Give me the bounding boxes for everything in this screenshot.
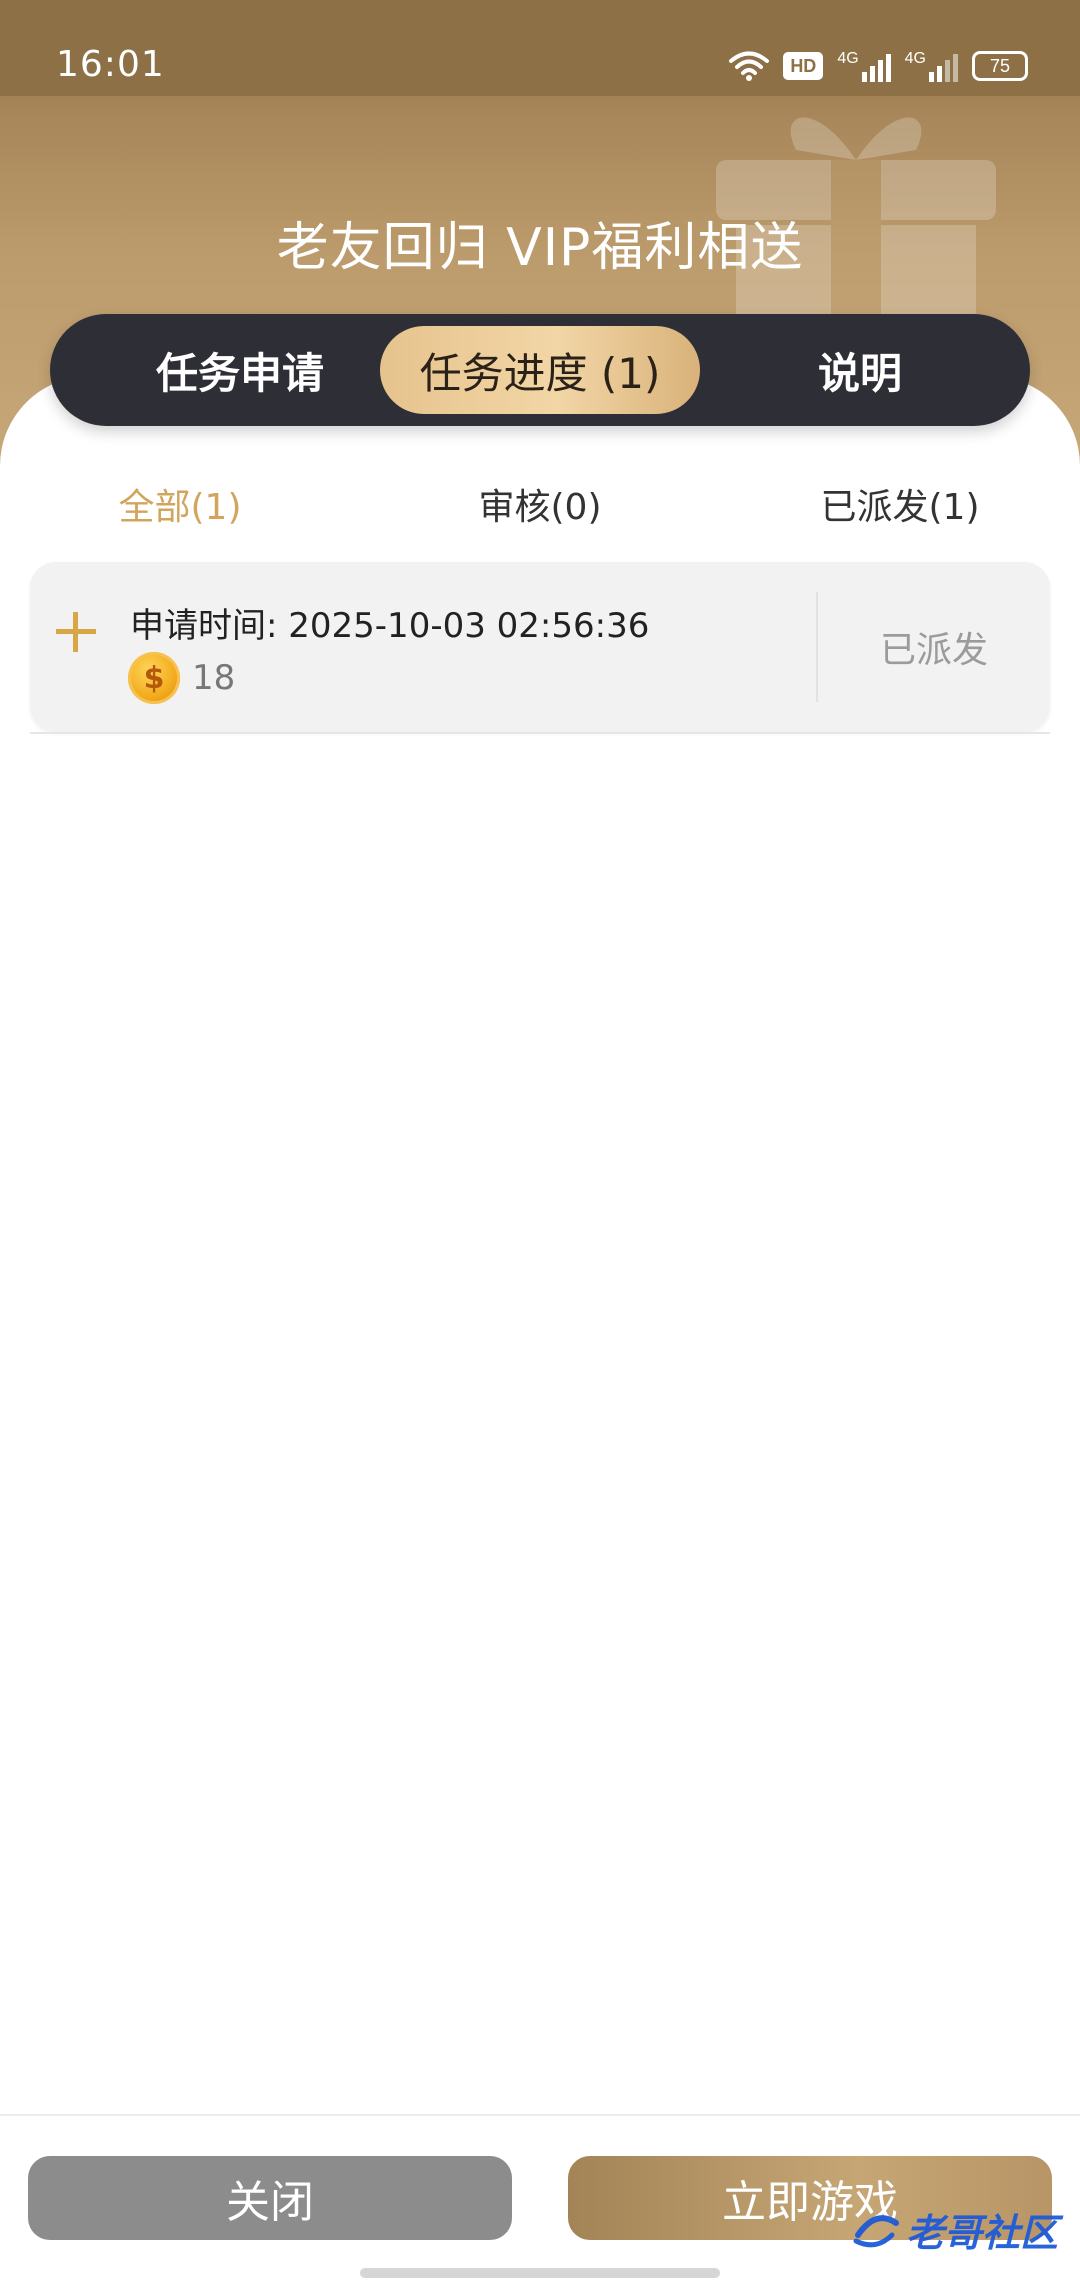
watermark: 老哥社区 [852,2194,1058,2264]
status-badge: 已派发 [879,630,988,671]
filter-dispatched[interactable]: 已派发(1) [780,476,1020,532]
filter-all[interactable]: 全部(1) [60,476,300,532]
expand-plus-icon[interactable] [56,612,96,652]
home-indicator[interactable] [360,2268,720,2278]
filter-review[interactable]: 审核(0) [420,476,660,532]
signal-2-icon: 4G [905,50,958,82]
coin-icon: $ [128,652,180,704]
close-button[interactable]: 关闭 [28,2156,512,2240]
divider [30,732,1050,734]
hd-icon: HD [783,52,824,80]
list-item[interactable]: 申请时间: 2025-10-03 02:56:36 $ 18 已派发 [30,562,1050,732]
page-title: 老友回归 VIP福利相送 [276,218,804,278]
status-bar: 16:01 HD 4G 4G 75 [0,0,1080,96]
tab-task-apply[interactable]: 任务申请 [90,326,390,414]
divider [0,2114,1080,2116]
signal-1-icon: 4G [837,50,891,82]
status-icons: HD 4G 4G 75 [729,46,1028,86]
tab-description[interactable]: 说明 [710,326,1010,414]
status-time: 16:01 [56,44,165,85]
watermark-logo-icon [853,2215,899,2248]
watermark-text: 老哥社区 [906,2210,1059,2255]
apply-time: 申请时间: 2025-10-03 02:56:36 [130,606,650,646]
coin-amount: 18 [192,658,236,698]
tab-bar: 任务申请 任务进度 (1) 说明 [50,314,1030,426]
battery-icon: 75 [972,51,1028,81]
tab-task-progress[interactable]: 任务进度 (1) [380,326,700,414]
wifi-icon [729,51,770,81]
